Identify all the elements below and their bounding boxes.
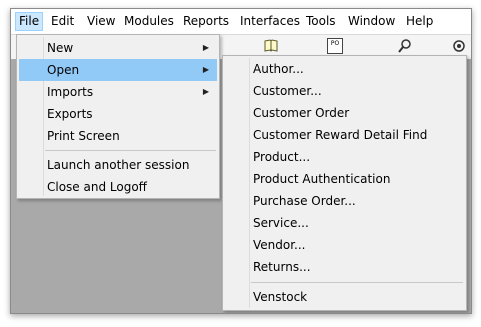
menu-item-label: Returns... [253,260,311,274]
menu-window[interactable]: Window [345,12,398,31]
purchase-order-icon[interactable]: PO [327,38,343,54]
application-window: File Edit View Modules Reports Interface… [10,8,472,314]
open-item-purchase-order[interactable]: Purchase Order... [225,190,464,212]
menu-separator [45,150,216,151]
menu-item-label: Customer Reward Detail Find [253,128,428,142]
menu-item-label: Customer Order [253,106,350,120]
menu-item-label: Customer... [253,84,322,98]
file-menu-dropdown: New ▶ Open ▶ Imports ▶ Exports Print Scr… [16,34,220,199]
menu-file[interactable]: File [15,12,44,31]
menu-item-label: New [47,41,74,55]
submenu-arrow-icon: ▶ [202,65,209,74]
open-item-customer[interactable]: Customer... [225,80,464,102]
submenu-arrow-icon: ▶ [202,87,209,96]
file-menu-item-print-screen[interactable]: Print Screen [19,125,217,147]
menu-help[interactable]: Help [403,12,436,31]
menu-item-label: Close and Logoff [47,180,147,194]
menu-interfaces[interactable]: Interfaces [237,12,303,31]
menu-bar: File Edit View Modules Reports Interface… [11,9,471,35]
purchase-order-icon-text: PO [330,40,340,47]
open-item-returns[interactable]: Returns... [225,256,464,278]
open-submenu-dropdown: Author... Customer... Customer Order Cus… [222,55,467,311]
file-menu-item-close-logoff[interactable]: Close and Logoff [19,176,217,198]
menu-item-label: Print Screen [47,129,120,143]
menu-view[interactable]: View [84,12,118,31]
menu-tools[interactable]: Tools [303,12,339,31]
menu-item-label: Product... [253,150,311,164]
open-item-author[interactable]: Author... [225,58,464,80]
search-icon[interactable] [397,38,413,54]
menu-item-label: Vendor... [253,238,306,252]
menu-reports[interactable]: Reports [180,12,232,31]
menu-item-label: Product Authentication [253,172,391,186]
menu-modules[interactable]: Modules [121,12,177,31]
menu-item-label: Launch another session [47,158,190,172]
open-item-venstock[interactable]: Venstock [225,286,464,308]
settings-icon[interactable] [451,38,467,54]
open-item-service[interactable]: Service... [225,212,464,234]
open-item-product[interactable]: Product... [225,146,464,168]
menu-separator [251,282,463,283]
open-item-customer-order[interactable]: Customer Order [225,102,464,124]
menu-item-label: Author... [253,62,304,76]
file-menu-item-new[interactable]: New ▶ [19,37,217,59]
open-item-vendor[interactable]: Vendor... [225,234,464,256]
menu-item-label: Service... [253,216,309,230]
menu-edit[interactable]: Edit [48,12,77,31]
menu-item-label: Exports [47,107,93,121]
open-item-customer-reward-detail-find[interactable]: Customer Reward Detail Find [225,124,464,146]
open-item-product-authentication[interactable]: Product Authentication [225,168,464,190]
book-icon[interactable] [263,38,279,54]
submenu-arrow-icon: ▶ [202,43,209,52]
file-menu-item-open[interactable]: Open ▶ [19,59,217,81]
menu-item-label: Purchase Order... [253,194,356,208]
file-menu-item-imports[interactable]: Imports ▶ [19,81,217,103]
file-menu-item-launch-session[interactable]: Launch another session [19,154,217,176]
file-menu-item-exports[interactable]: Exports [19,103,217,125]
menu-item-label: Open [47,63,80,77]
menu-item-label: Imports [47,85,94,99]
menu-item-label: Venstock [253,290,308,304]
